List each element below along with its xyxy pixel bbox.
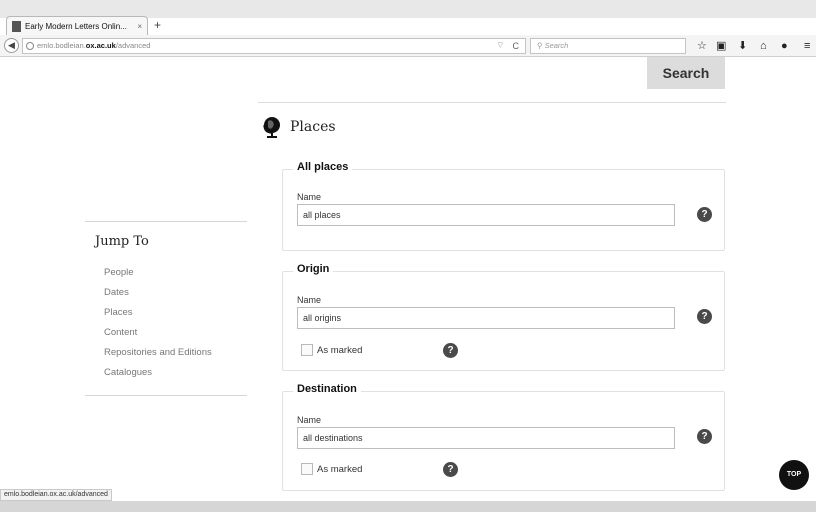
url-dropdown-icon[interactable]: ▽ (498, 39, 503, 53)
jump-divider-top (85, 221, 247, 222)
status-bar-url: emlo.bodleian.ox.ac.uk/advanced (0, 489, 112, 501)
url-host-domain: ox.ac.uk (85, 41, 116, 50)
section-divider (258, 102, 726, 103)
section-title: Places (290, 119, 336, 135)
destination-as-marked-checkbox[interactable] (301, 463, 313, 475)
back-arrow-icon[interactable]: ◀ (4, 38, 19, 53)
jump-link-catalogues[interactable]: Catalogues (104, 367, 212, 387)
site-favicon-icon (12, 20, 21, 32)
jump-link-places[interactable]: Places (104, 307, 212, 327)
jump-to-title: Jump To (95, 234, 149, 249)
globe-icon (263, 117, 280, 138)
jump-link-content[interactable]: Content (104, 327, 212, 347)
destination-legend: Destination (293, 383, 361, 395)
browser-tab[interactable]: Early Modern Letters Onlin... × (6, 16, 148, 35)
menu-icon[interactable]: ≡ (804, 39, 810, 53)
help-icon[interactable]: ? (697, 429, 712, 444)
origin-name-input[interactable] (297, 307, 675, 329)
jump-link-dates[interactable]: Dates (104, 287, 212, 307)
new-tab-button[interactable]: + (154, 18, 161, 32)
chat-icon[interactable]: ● (781, 39, 788, 53)
origin-as-marked-row[interactable]: As marked (301, 344, 362, 356)
help-icon[interactable]: ? (697, 207, 712, 222)
help-icon[interactable]: ? (443, 462, 458, 477)
search-icon: ⚲ (537, 41, 545, 50)
jump-link-repositories[interactable]: Repositories and Editions (104, 347, 212, 367)
browser-search-input[interactable]: ⚲ Search (530, 38, 686, 54)
reading-list-icon[interactable]: ▣ (716, 39, 726, 53)
origin-legend: Origin (293, 263, 334, 275)
search-button[interactable]: Search (647, 57, 725, 89)
reload-icon[interactable]: C (513, 39, 520, 53)
url-host-prefix: emlo.bodleian. (37, 41, 86, 50)
destination-name-label: Name (297, 415, 322, 425)
tab-close-icon[interactable]: × (137, 22, 142, 31)
destination-as-marked-label: As marked (317, 463, 363, 475)
globe-icon (26, 42, 34, 50)
origin-as-marked-checkbox[interactable] (301, 344, 313, 356)
help-icon[interactable]: ? (443, 343, 458, 358)
url-path: /advanced (115, 41, 151, 50)
jump-link-people[interactable]: People (104, 267, 212, 287)
origin-as-marked-label: As marked (317, 344, 363, 356)
back-to-top-button[interactable]: TOP (779, 460, 809, 490)
all-places-name-input[interactable] (297, 204, 675, 226)
all-places-legend: All places (293, 161, 353, 173)
destination-name-input[interactable] (297, 427, 675, 449)
destination-as-marked-row[interactable]: As marked (301, 463, 362, 475)
tab-title: Early Modern Letters Onlin... (25, 21, 127, 31)
all-places-fieldset: All places Name ? (282, 161, 725, 251)
home-icon[interactable]: ⌂ (760, 39, 767, 53)
jump-to-list: People Dates Places Content Repositories… (104, 267, 212, 387)
places-heading: Places (262, 116, 336, 138)
all-places-name-label: Name (297, 192, 322, 202)
search-placeholder: Search (544, 41, 569, 50)
jump-divider-bottom (85, 395, 247, 396)
help-icon[interactable]: ? (697, 309, 712, 324)
origin-name-label: Name (297, 295, 322, 305)
bookmark-star-icon[interactable]: ☆ (697, 39, 707, 53)
os-taskbar (0, 501, 816, 512)
download-icon[interactable]: ⬇ (738, 39, 747, 53)
address-bar[interactable]: emlo.bodleian.ox.ac.uk/advanced ▽ C (22, 38, 526, 54)
origin-fieldset: Origin Name ? As marked ? (282, 263, 725, 371)
destination-fieldset: Destination Name ? As marked ? (282, 383, 725, 491)
navigation-bar: ◀ emlo.bodleian.ox.ac.uk/advanced ▽ C ⚲ … (0, 35, 816, 57)
